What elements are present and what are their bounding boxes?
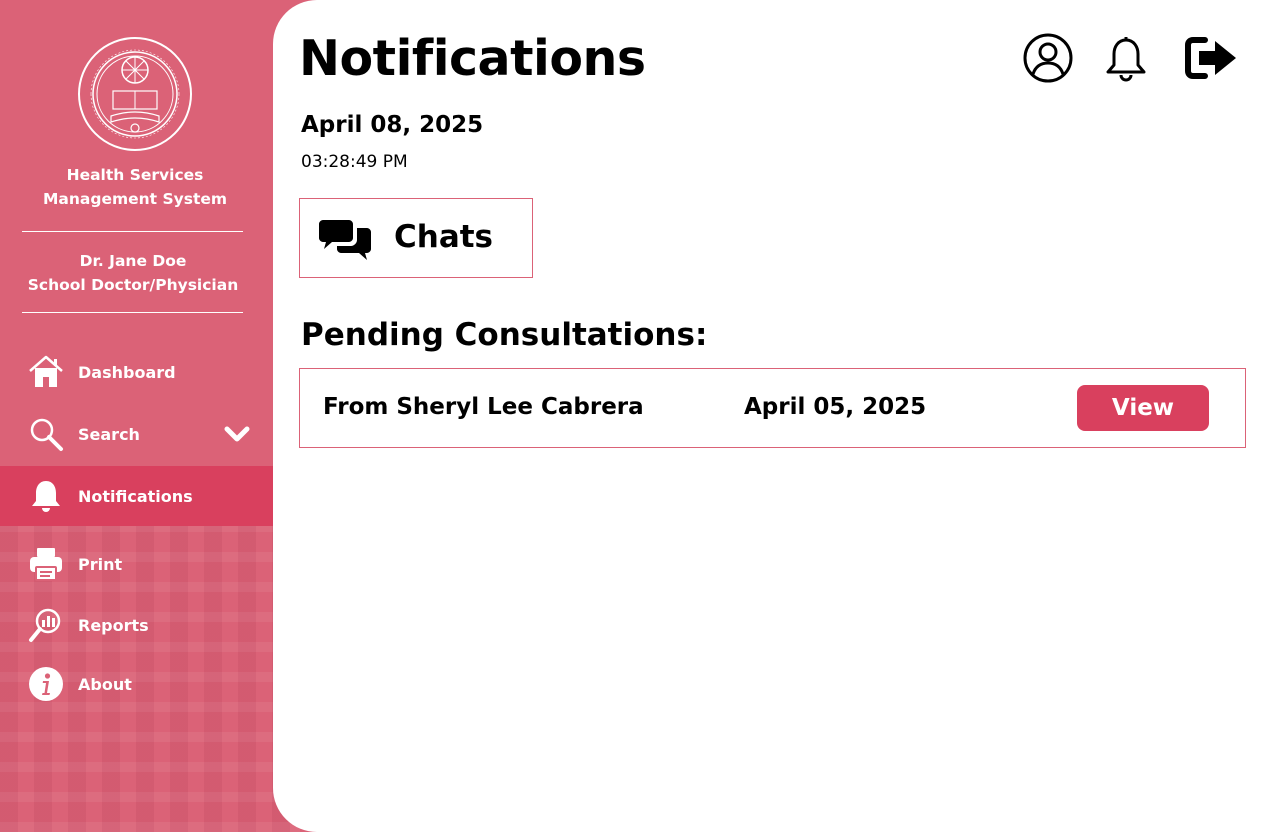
user-profile-icon[interactable] [1023,33,1073,83]
consultation-from: From Sheryl Lee Cabrera [323,394,644,420]
chat-bubbles-icon [319,220,371,260]
chats-button[interactable]: Chats [299,198,533,278]
sidebar-item-label: Notifications [78,486,193,506]
sidebar-divider [22,312,243,313]
consultation-row: From Sheryl Lee Cabrera April 05, 2025 V… [299,368,1246,448]
pending-consultations-title: Pending Consultations: [301,317,708,353]
sidebar-item-about[interactable]: About [0,654,273,714]
sidebar-item-label: Reports [78,615,149,635]
sidebar-item-label: About [78,674,132,694]
info-icon [29,667,63,701]
sidebar-item-notifications[interactable]: Notifications [0,466,273,526]
sidebar-divider [22,231,243,232]
current-date: April 08, 2025 [301,112,484,138]
brand-line-2: Management System [42,190,228,208]
sidebar-item-search[interactable]: Search [0,404,273,464]
printer-icon [30,548,62,581]
sidebar-item-label: Print [78,554,123,574]
sidebar-item-label: Dashboard [78,362,176,382]
app-brand-name: Health Services Management System [0,163,270,211]
chats-label: Chats [394,219,494,255]
consultation-date: April 05, 2025 [744,394,927,420]
main-panel: Notifications April 08, 2025 03:28:49 PM… [273,0,1280,832]
logout-icon[interactable] [1185,36,1239,80]
bell-icon[interactable] [1103,36,1149,82]
user-role: School Doctor/Physician [27,276,239,294]
user-name: Dr. Jane Doe [79,252,187,270]
reports-icon [29,608,61,642]
sidebar-item-reports[interactable]: Reports [0,595,273,655]
sidebar-item-print[interactable]: Print [0,534,273,594]
sidebar: Health Services Management System Dr. Ja… [0,0,300,832]
page-title: Notifications [299,30,646,87]
sidebar-item-dashboard[interactable]: Dashboard [0,342,273,402]
view-button[interactable]: View [1077,385,1209,431]
bell-icon [32,481,60,512]
user-info: Dr. Jane Doe School Doctor/Physician [0,249,266,297]
chevron-down-icon[interactable] [224,424,250,444]
current-time: 03:28:49 PM [301,152,408,172]
home-icon [29,355,63,387]
sidebar-item-label: Search [78,424,140,444]
search-icon [30,418,63,451]
university-seal-logo [78,37,192,151]
brand-line-1: Health Services [66,166,204,184]
